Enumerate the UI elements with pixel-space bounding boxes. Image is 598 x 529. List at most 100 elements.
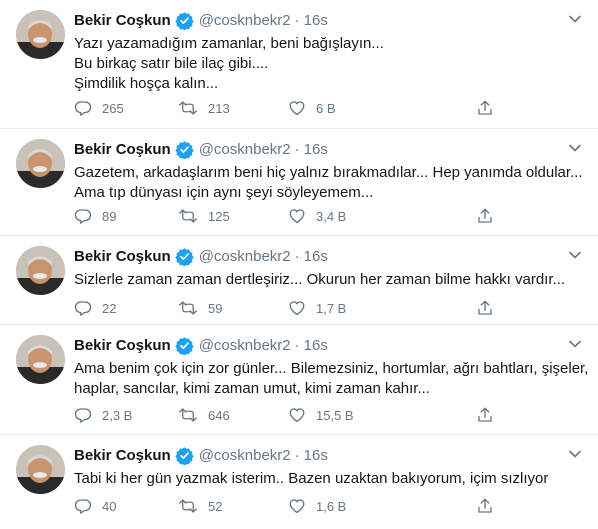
retweet-button[interactable]: 213 (178, 98, 230, 118)
author-handle[interactable]: @cosknbekr2 (199, 447, 291, 464)
tweet-header: Bekir Coşkun @cosknbekr2 · 16s (74, 335, 328, 355)
like-button[interactable]: 1,7 B (288, 298, 346, 318)
reply-count: 89 (102, 208, 117, 224)
timestamp[interactable]: 16s (304, 141, 328, 158)
avatar[interactable] (16, 139, 65, 188)
retweet-icon (178, 207, 198, 225)
chevron-down-icon[interactable] (566, 335, 584, 353)
tweet-actions: 22 59 1,7 B (74, 298, 504, 318)
separator-dot: · (294, 247, 300, 265)
tweet-header: Bekir Coşkun @cosknbekr2 · 16s (74, 139, 328, 159)
tweet-text: Gazetem, arkadaşlarım beni hiç yalnız bı… (74, 163, 584, 203)
share-icon (476, 207, 494, 225)
share-button[interactable] (476, 98, 494, 118)
reply-icon (74, 497, 92, 515)
reply-button[interactable]: 2,3 B (74, 405, 132, 425)
tweet-header: Bekir Coşkun @cosknbekr2 · 16s (74, 445, 328, 465)
tweet[interactable]: Bekir Coşkun @cosknbekr2 · 16s Tabi ki h… (0, 435, 598, 529)
retweet-count: 59 (208, 300, 223, 316)
reply-button[interactable]: 40 (74, 496, 116, 516)
timestamp[interactable]: 16s (304, 248, 328, 265)
reply-count: 2,3 B (102, 407, 133, 423)
reply-icon (74, 207, 92, 225)
retweet-icon (178, 497, 198, 515)
verified-badge-icon (175, 140, 194, 159)
tweet-actions: 2,3 B 646 15,5 B (74, 405, 504, 425)
tweet[interactable]: Bekir Coşkun @cosknbekr2 · 16s Yazı yaza… (0, 0, 598, 129)
tweet-text: Yazı yazamadığım zamanlar, beni bağışlay… (74, 34, 584, 94)
like-count: 3,4 B (316, 208, 347, 224)
verified-badge-icon (175, 446, 194, 465)
share-button[interactable] (476, 206, 494, 226)
reply-button[interactable]: 22 (74, 298, 116, 318)
retweet-count: 52 (208, 498, 223, 514)
retweet-button[interactable]: 125 (178, 206, 230, 226)
author-name[interactable]: Bekir Coşkun (74, 12, 171, 29)
tweet[interactable]: Bekir Coşkun @cosknbekr2 · 16s Gazetem, … (0, 129, 598, 236)
tweet-text: Sizlerle zaman zaman dertleşiriz... Okur… (74, 270, 584, 290)
author-handle[interactable]: @cosknbekr2 (199, 141, 291, 158)
reply-count: 40 (102, 498, 117, 514)
retweet-icon (178, 406, 198, 424)
retweet-count: 213 (208, 100, 230, 116)
like-icon (288, 497, 306, 515)
like-icon (288, 406, 306, 424)
reply-icon (74, 99, 92, 117)
share-button[interactable] (476, 496, 494, 516)
avatar[interactable] (16, 10, 65, 59)
separator-dot: · (294, 336, 300, 354)
share-icon (476, 299, 494, 317)
author-handle[interactable]: @cosknbekr2 (199, 337, 291, 354)
retweet-button[interactable]: 52 (178, 496, 222, 516)
share-button[interactable] (476, 298, 494, 318)
author-name[interactable]: Bekir Coşkun (74, 447, 171, 464)
chevron-down-icon[interactable] (566, 139, 584, 157)
reply-button[interactable]: 265 (74, 98, 124, 118)
like-button[interactable]: 6 B (288, 98, 336, 118)
reply-button[interactable]: 89 (74, 206, 116, 226)
tweet-actions: 265 213 6 B (74, 98, 504, 118)
timestamp[interactable]: 16s (304, 447, 328, 464)
avatar[interactable] (16, 335, 65, 384)
like-icon (288, 299, 306, 317)
tweet-actions: 89 125 3,4 B (74, 206, 504, 226)
chevron-down-icon[interactable] (566, 445, 584, 463)
author-handle[interactable]: @cosknbekr2 (199, 248, 291, 265)
share-button[interactable] (476, 405, 494, 425)
tweet-text-line: Tabi ki her gün yazmak isterim.. Bazen u… (74, 470, 549, 487)
tweet-text-line: haplar, sancılar, kimi zaman umut, kimi … (74, 380, 430, 397)
like-count: 1,6 B (316, 498, 347, 514)
verified-badge-icon (175, 336, 194, 355)
reply-icon (74, 299, 92, 317)
like-icon (288, 99, 306, 117)
author-name[interactable]: Bekir Coşkun (74, 141, 171, 158)
retweet-icon (178, 299, 198, 317)
tweet[interactable]: Bekir Coşkun @cosknbekr2 · 16s Ama benim… (0, 325, 598, 435)
separator-dot: · (294, 446, 300, 464)
author-name[interactable]: Bekir Coşkun (74, 248, 171, 265)
chevron-down-icon[interactable] (566, 10, 584, 28)
tweet-actions: 40 52 1,6 B (74, 496, 504, 516)
like-icon (288, 207, 306, 225)
retweet-button[interactable]: 646 (178, 405, 230, 425)
like-button[interactable]: 1,6 B (288, 496, 346, 516)
reply-count: 22 (102, 300, 117, 316)
timestamp[interactable]: 16s (304, 337, 328, 354)
tweet-text: Ama benim çok için zor günler... Bilemez… (74, 359, 588, 399)
avatar[interactable] (16, 246, 65, 295)
reply-count: 265 (102, 100, 124, 116)
retweet-count: 646 (208, 407, 230, 423)
avatar[interactable] (16, 445, 65, 494)
retweet-icon (178, 99, 198, 117)
tweet[interactable]: Bekir Coşkun @cosknbekr2 · 16s Sizlerle … (0, 236, 598, 325)
like-button[interactable]: 15,5 B (288, 405, 354, 425)
share-icon (476, 406, 494, 424)
author-name[interactable]: Bekir Coşkun (74, 337, 171, 354)
timestamp[interactable]: 16s (304, 12, 328, 29)
chevron-down-icon[interactable] (566, 246, 584, 264)
author-handle[interactable]: @cosknbekr2 (199, 12, 291, 29)
tweet-text-line: Şimdilik hoşça kalın... (74, 75, 219, 92)
tweet-feed: Bekir Coşkun @cosknbekr2 · 16s Yazı yaza… (0, 0, 598, 529)
like-button[interactable]: 3,4 B (288, 206, 346, 226)
retweet-button[interactable]: 59 (178, 298, 222, 318)
